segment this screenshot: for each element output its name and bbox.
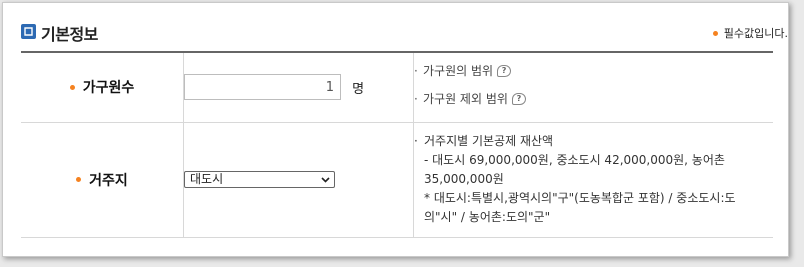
required-dot-icon [76,177,82,182]
household-scope-link[interactable]: 가구원의 범위? [414,63,773,91]
residence-input-cell: 대도시 [183,122,414,238]
residence-label-text: 거주지 [89,172,128,189]
household-info-cell: 가구원의 범위? 가구원 제외 범위? [413,52,773,123]
table-row: 가구원수 명 가구원의 범위? 가구원 제외 범위? [21,52,773,123]
residence-info-line: - 대도시 69,000,000원, 중소도시 42,000,000원, 농어촌 [424,153,725,167]
household-label: 가구원수 [21,52,184,123]
household-exclusion-link[interactable]: 가구원 제외 범위? [414,91,773,119]
residence-selected-value: 대도시 [190,172,224,186]
required-dot-icon [712,30,718,36]
required-dot-icon [69,84,75,90]
basic-info-table: 가구원수 명 가구원의 범위? 가구원 제외 범위? 거주지 [21,51,773,238]
table-row: 거주지 대도시 · 거주지별 기본공제 재산액 - 대도시 69,000,000원… [21,122,773,238]
residence-info-line: 의"시" / 농어촌:도의"군" [424,210,551,224]
residence-info-line: 35,000,000원 [424,172,504,186]
household-scope-link-label: 가구원의 범위 [423,64,494,79]
basic-info-card: 기본정보 필수값입니다. 가구원수 명 가구원의 범위? 가구원 제외 범위? [2,2,789,257]
residence-info-line: 거주지별 기본공제 재산액 [424,134,554,148]
household-input-cell: 명 [183,52,414,123]
household-label-text: 가구원수 [82,80,135,97]
help-icon[interactable]: ? [497,64,512,77]
household-unit: 명 [352,81,365,97]
residence-info-text: · 거주지별 기본공제 재산액 - 대도시 69,000,000원, 중소도시 4… [414,134,736,224]
required-note-text: 필수값입니다. [723,27,788,40]
residence-label: 거주지 [21,122,184,238]
checkbox-title-icon [21,24,36,39]
residence-select[interactable]: 대도시 [184,171,335,188]
required-note: 필수값입니다. [712,25,788,41]
household-count-input[interactable] [184,74,341,101]
section-title: 기본정보 [41,25,98,44]
residence-info-cell: · 거주지별 기본공제 재산액 - 대도시 69,000,000원, 중소도시 4… [413,122,773,238]
section-header: 기본정보 필수값입니다. [21,21,788,45]
residence-info-line: * 대도시:특별시,광역시의"구"(도농복합군 포함) / 중소도시:도 [424,191,736,205]
chevron-down-icon [321,177,330,183]
household-exclusion-link-label: 가구원 제외 범위 [423,92,508,107]
help-icon[interactable]: ? [511,92,526,105]
